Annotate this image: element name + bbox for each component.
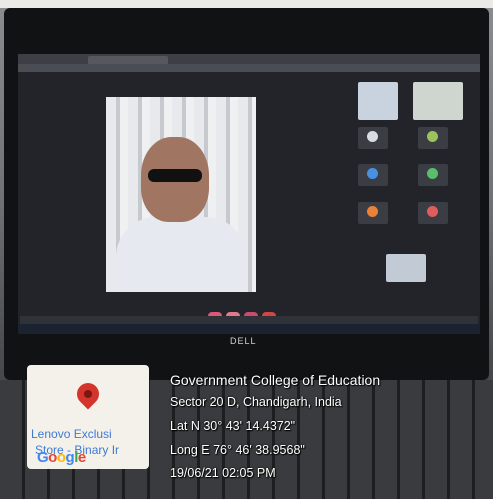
participant-tile [413, 82, 463, 120]
avatar [427, 168, 438, 179]
speaker-shirt [116, 217, 246, 292]
background-wall [0, 0, 493, 8]
participant-tile [358, 82, 398, 120]
main-speaker-video [106, 97, 256, 292]
geotag-latitude: Lat N 30° 43' 14.4372" [170, 419, 296, 433]
browser-tab-bar [18, 54, 480, 64]
geotag-address: Sector 20 D, Chandigarh, India [170, 395, 342, 409]
map-store-label: Lenovo Exclusi [31, 427, 112, 441]
avatar [427, 206, 438, 217]
geotag-place-name: Government College of Education [170, 372, 381, 388]
participant-tile [418, 164, 448, 186]
participant-tile [358, 202, 388, 224]
map-pin-icon [72, 378, 104, 410]
participant-tile [358, 164, 388, 186]
avatar [367, 168, 378, 179]
avatar [367, 131, 378, 142]
browser-tab [88, 56, 168, 64]
participant-tile [386, 254, 426, 282]
laptop-screen [18, 54, 480, 334]
video-meeting-area [18, 72, 480, 334]
participant-tile [418, 202, 448, 224]
map-thumbnail: Lenovo Exclusi Store - Binary Ir Google [27, 365, 149, 469]
geotag-longitude: Long E 76° 46' 38.9568" [170, 443, 305, 457]
photo: DELL Lenovo Exclusi Store - Binary Ir Go… [0, 0, 493, 499]
meeting-name-bar [20, 316, 478, 324]
laptop-brand-logo: DELL [230, 336, 257, 346]
os-taskbar [18, 324, 480, 334]
participant-tile [358, 127, 388, 149]
avatar [427, 131, 438, 142]
browser-address-bar [18, 64, 480, 72]
avatar [367, 206, 378, 217]
google-logo: Google [37, 449, 86, 466]
geotag-datetime: 19/06/21 02:05 PM [170, 466, 276, 480]
participant-tile [418, 127, 448, 149]
sunglasses [148, 169, 202, 182]
